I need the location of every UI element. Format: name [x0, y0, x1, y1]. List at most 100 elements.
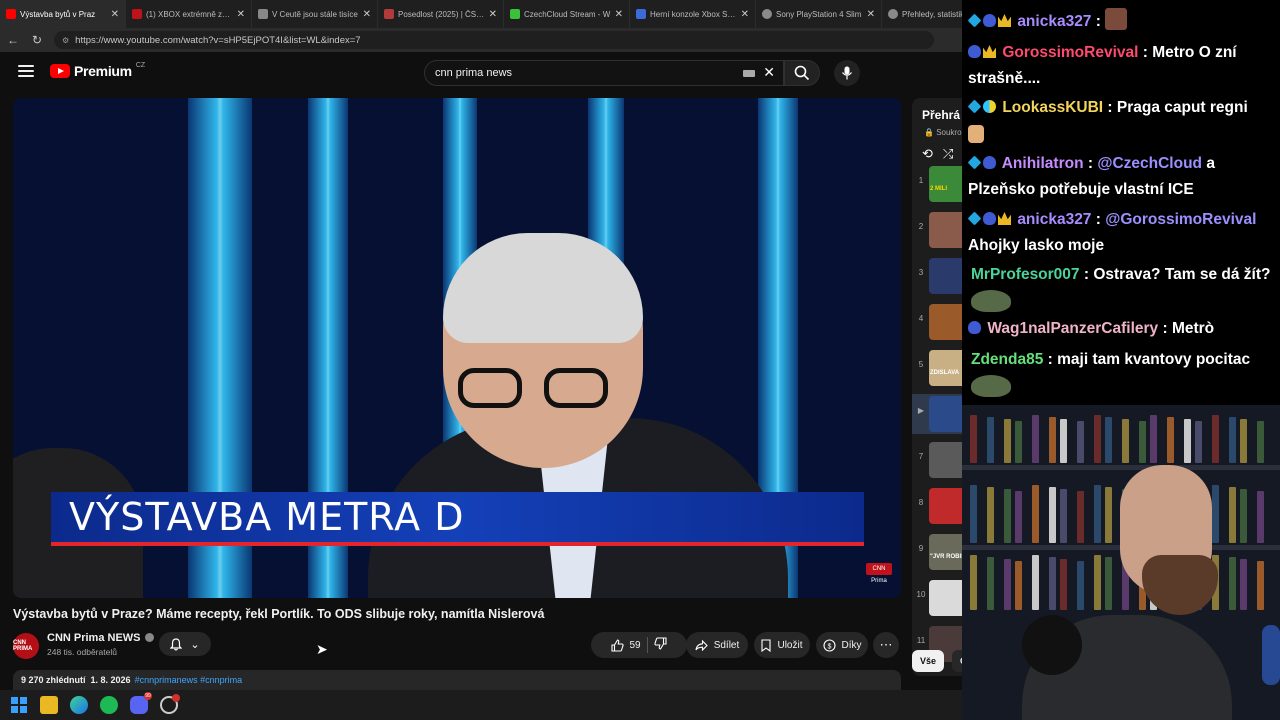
chat-message: MrProfesor007 : Ostrava? Tam se dá žít?	[971, 262, 1277, 314]
shuffle-icon[interactable]: ⤮	[943, 146, 953, 162]
playlist-thumbnail	[929, 534, 962, 570]
chat-text: Praga caput regni	[1116, 99, 1248, 116]
app-icon[interactable]	[160, 694, 180, 714]
tab-6[interactable]: Sony PlayStation 4 Slim ✕	[756, 0, 882, 28]
sub-badge-icon	[967, 155, 982, 170]
playlist-item[interactable]: 1	[912, 164, 962, 204]
close-icon[interactable]: ✕	[363, 9, 371, 20]
reload-icon[interactable]: ↻	[30, 33, 44, 47]
more-actions-button[interactable]: ⋯	[873, 632, 899, 658]
tab-7[interactable]: Přehledy, statistik	[882, 0, 962, 28]
gem-badge-icon	[983, 14, 996, 27]
csfd-favicon-icon	[384, 9, 394, 19]
screen: Výstavba bytů v Praz ✕ (1) XBOX extrémně …	[0, 0, 1280, 720]
close-icon[interactable]: ✕	[489, 9, 497, 20]
spotify-icon[interactable]	[100, 696, 118, 714]
book	[1032, 415, 1039, 463]
loop-icon[interactable]: ⟲	[922, 146, 933, 162]
playlist-item[interactable]: 4	[912, 302, 962, 342]
close-icon[interactable]: ✕	[867, 9, 875, 20]
description-box[interactable]: 9 270 zhlédnutí 1. 8. 2026 #cnnprimanews…	[13, 670, 901, 690]
channel-avatar[interactable]: CNN PRIMA	[13, 633, 39, 659]
thanks-button[interactable]: $ Díky	[816, 632, 868, 658]
tab-1[interactable]: (1) XBOX extrémně zdra ✕	[126, 0, 252, 28]
chat-text: Ahojky lasko moje	[968, 237, 1105, 254]
shop-favicon-icon	[636, 9, 646, 19]
pill-badge-icon	[983, 100, 996, 113]
playlist-item[interactable]: 8	[912, 486, 962, 526]
search-icon	[794, 65, 810, 81]
chat-username: Wag1nalPanzerCafilery	[987, 320, 1159, 337]
clear-search-icon[interactable]: ✕	[763, 64, 775, 81]
book	[1184, 419, 1191, 463]
playlist-item-index: 2	[918, 222, 924, 231]
chip-all[interactable]: Vše	[912, 650, 945, 672]
playlist-item-index: 8	[918, 498, 924, 507]
back-arrow-icon[interactable]: ←	[6, 33, 20, 47]
playlist-item[interactable]: 7	[912, 440, 962, 480]
mouse-cursor-icon: ➤	[316, 641, 328, 657]
file-explorer-icon[interactable]	[40, 696, 58, 714]
site-info-icon[interactable]: ⚙	[62, 36, 69, 45]
save-button[interactable]: Uložit	[754, 632, 810, 658]
playlist-item[interactable]: 10	[912, 578, 962, 618]
subscriber-count: 248 tis. odběratelů	[47, 647, 117, 657]
country-code: CZ	[135, 61, 146, 69]
book	[1004, 419, 1011, 463]
book	[1150, 415, 1157, 463]
book	[1077, 491, 1084, 543]
chat-username: MrProfesor007	[971, 266, 1080, 283]
like-button[interactable]: 59	[611, 638, 641, 652]
discord-icon[interactable]: 99	[130, 692, 152, 714]
channel-action-row: CNN PRIMA CNN Prima NEWS 248 tis. odběra…	[13, 630, 901, 660]
playlist-item[interactable]: 2	[912, 210, 962, 250]
close-icon[interactable]: ✕	[111, 9, 119, 20]
tab-2[interactable]: V Ceutě jsou stále tisíce ✕	[252, 0, 378, 28]
video-player[interactable]: VÝSTAVBA METRA D CNN Prima	[13, 98, 901, 598]
tab-5[interactable]: Herní konzole Xbox Serie ✕	[630, 0, 756, 28]
menu-icon[interactable]	[18, 65, 34, 77]
like-count: 59	[629, 639, 641, 651]
close-icon[interactable]: ✕	[237, 9, 245, 20]
chat-message: GorossimoRevival : Metro O zní strašně..…	[968, 44, 1237, 87]
share-button[interactable]: Sdílet	[686, 632, 748, 658]
book	[1229, 487, 1236, 543]
sub-badge-icon	[967, 99, 982, 114]
thumbs-down-icon	[653, 637, 667, 650]
book	[1105, 417, 1112, 463]
tab-4[interactable]: CzechCloud Stream - W ✕	[504, 0, 630, 28]
search-input[interactable]: cnn prima news ✕	[424, 60, 784, 86]
dislike-button[interactable]	[653, 637, 667, 653]
playlist-thumbnail	[929, 166, 962, 202]
youtube-favicon-icon	[6, 9, 16, 19]
book	[1077, 561, 1084, 610]
views-and-date: 9 270 zhlédnutí 1. 8. 2026	[21, 675, 131, 685]
playlist-item[interactable]: 3	[912, 256, 962, 296]
book	[1032, 555, 1039, 610]
playlist-item[interactable]: 5	[912, 348, 962, 388]
book	[1004, 489, 1011, 543]
divider	[646, 637, 648, 653]
notification-badge: 99	[144, 692, 152, 700]
keyboard-icon[interactable]	[743, 70, 755, 77]
close-icon[interactable]: ✕	[741, 9, 749, 20]
edge-browser-icon[interactable]	[70, 696, 88, 714]
notification-button[interactable]: ⌄	[159, 632, 211, 656]
hashtags[interactable]: #cnnprimanews #cnnprima	[135, 675, 243, 685]
close-icon[interactable]: ✕	[615, 9, 623, 20]
start-button[interactable]	[10, 696, 28, 714]
playlist-item[interactable]: 9	[912, 532, 962, 572]
book	[1229, 557, 1236, 610]
search-button[interactable]	[784, 60, 820, 86]
emote-face-icon	[1104, 8, 1127, 30]
notification-badge	[172, 694, 180, 702]
channel-name[interactable]: CNN Prima NEWS	[47, 632, 154, 644]
youtube-logo[interactable]: Premium CZ	[50, 61, 146, 79]
address-bar-row: ← ↻ ⚙ https://www.youtube.com/watch?v=sH…	[0, 28, 962, 52]
voice-search-button[interactable]	[834, 60, 860, 86]
url-field[interactable]: ⚙ https://www.youtube.com/watch?v=sHP5Ej…	[54, 31, 934, 49]
tab-3[interactable]: Posedlost (2025) | ČSFD ✕	[378, 0, 504, 28]
playlist-item[interactable]: ▶	[912, 394, 962, 434]
tab-0[interactable]: Výstavba bytů v Praz ✕	[0, 0, 126, 28]
windows-taskbar: 99	[0, 690, 962, 720]
